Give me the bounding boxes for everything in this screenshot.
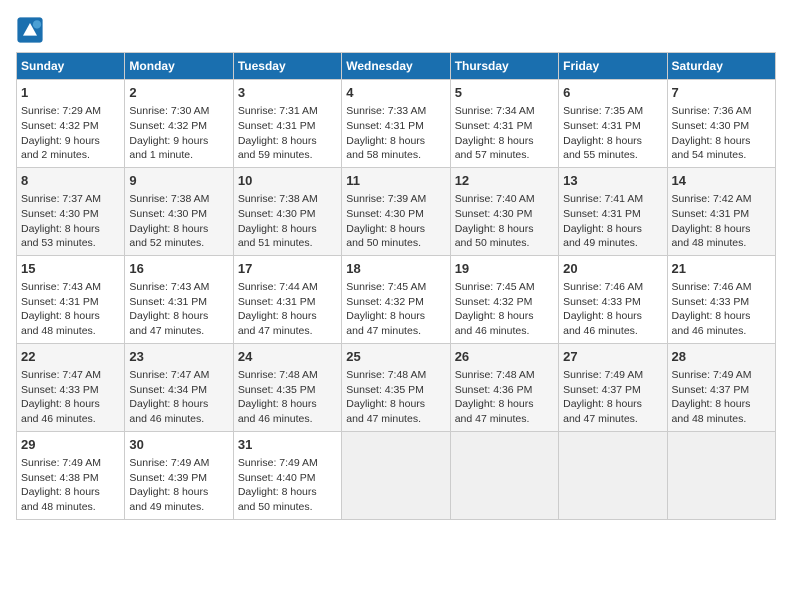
calendar-cell: 12Sunrise: 7:40 AMSunset: 4:30 PMDayligh… (450, 167, 558, 255)
calendar-cell: 5Sunrise: 7:34 AMSunset: 4:31 PMDaylight… (450, 80, 558, 168)
day-number: 13 (563, 172, 662, 190)
day-number: 8 (21, 172, 120, 190)
calendar-cell: 19Sunrise: 7:45 AMSunset: 4:32 PMDayligh… (450, 255, 558, 343)
calendar-cell: 30Sunrise: 7:49 AMSunset: 4:39 PMDayligh… (125, 431, 233, 519)
calendar-cell (667, 431, 775, 519)
calendar-cell: 10Sunrise: 7:38 AMSunset: 4:30 PMDayligh… (233, 167, 341, 255)
column-header-saturday: Saturday (667, 53, 775, 80)
column-header-friday: Friday (559, 53, 667, 80)
calendar-cell: 16Sunrise: 7:43 AMSunset: 4:31 PMDayligh… (125, 255, 233, 343)
day-number: 9 (129, 172, 228, 190)
day-number: 19 (455, 260, 554, 278)
day-number: 10 (238, 172, 337, 190)
calendar-cell: 17Sunrise: 7:44 AMSunset: 4:31 PMDayligh… (233, 255, 341, 343)
calendar-cell: 22Sunrise: 7:47 AMSunset: 4:33 PMDayligh… (17, 343, 125, 431)
day-number: 4 (346, 84, 445, 102)
calendar-week-4: 22Sunrise: 7:47 AMSunset: 4:33 PMDayligh… (17, 343, 776, 431)
calendar-table: SundayMondayTuesdayWednesdayThursdayFrid… (16, 52, 776, 520)
day-number: 25 (346, 348, 445, 366)
page-header (16, 16, 776, 44)
day-number: 5 (455, 84, 554, 102)
day-number: 1 (21, 84, 120, 102)
logo (16, 16, 46, 44)
calendar-cell: 15Sunrise: 7:43 AMSunset: 4:31 PMDayligh… (17, 255, 125, 343)
calendar-cell: 24Sunrise: 7:48 AMSunset: 4:35 PMDayligh… (233, 343, 341, 431)
calendar-cell: 11Sunrise: 7:39 AMSunset: 4:30 PMDayligh… (342, 167, 450, 255)
calendar-cell: 14Sunrise: 7:42 AMSunset: 4:31 PMDayligh… (667, 167, 775, 255)
column-header-monday: Monday (125, 53, 233, 80)
day-number: 11 (346, 172, 445, 190)
logo-icon (16, 16, 44, 44)
calendar-cell: 27Sunrise: 7:49 AMSunset: 4:37 PMDayligh… (559, 343, 667, 431)
calendar-cell: 6Sunrise: 7:35 AMSunset: 4:31 PMDaylight… (559, 80, 667, 168)
calendar-cell: 29Sunrise: 7:49 AMSunset: 4:38 PMDayligh… (17, 431, 125, 519)
calendar-cell: 26Sunrise: 7:48 AMSunset: 4:36 PMDayligh… (450, 343, 558, 431)
day-number: 28 (672, 348, 771, 366)
day-number: 31 (238, 436, 337, 454)
day-number: 17 (238, 260, 337, 278)
calendar-cell: 23Sunrise: 7:47 AMSunset: 4:34 PMDayligh… (125, 343, 233, 431)
column-header-sunday: Sunday (17, 53, 125, 80)
calendar-cell: 21Sunrise: 7:46 AMSunset: 4:33 PMDayligh… (667, 255, 775, 343)
calendar-cell: 1Sunrise: 7:29 AMSunset: 4:32 PMDaylight… (17, 80, 125, 168)
day-number: 3 (238, 84, 337, 102)
calendar-cell: 9Sunrise: 7:38 AMSunset: 4:30 PMDaylight… (125, 167, 233, 255)
day-number: 27 (563, 348, 662, 366)
day-number: 16 (129, 260, 228, 278)
calendar-cell (342, 431, 450, 519)
day-number: 29 (21, 436, 120, 454)
day-number: 14 (672, 172, 771, 190)
calendar-cell (450, 431, 558, 519)
calendar-week-2: 8Sunrise: 7:37 AMSunset: 4:30 PMDaylight… (17, 167, 776, 255)
calendar-cell: 13Sunrise: 7:41 AMSunset: 4:31 PMDayligh… (559, 167, 667, 255)
column-header-tuesday: Tuesday (233, 53, 341, 80)
day-number: 21 (672, 260, 771, 278)
day-number: 7 (672, 84, 771, 102)
calendar-week-3: 15Sunrise: 7:43 AMSunset: 4:31 PMDayligh… (17, 255, 776, 343)
day-number: 30 (129, 436, 228, 454)
calendar-week-1: 1Sunrise: 7:29 AMSunset: 4:32 PMDaylight… (17, 80, 776, 168)
calendar-cell: 18Sunrise: 7:45 AMSunset: 4:32 PMDayligh… (342, 255, 450, 343)
day-number: 24 (238, 348, 337, 366)
calendar-cell (559, 431, 667, 519)
day-number: 6 (563, 84, 662, 102)
day-number: 15 (21, 260, 120, 278)
calendar-cell: 4Sunrise: 7:33 AMSunset: 4:31 PMDaylight… (342, 80, 450, 168)
calendar-cell: 7Sunrise: 7:36 AMSunset: 4:30 PMDaylight… (667, 80, 775, 168)
day-number: 2 (129, 84, 228, 102)
day-number: 12 (455, 172, 554, 190)
day-number: 26 (455, 348, 554, 366)
calendar-cell: 8Sunrise: 7:37 AMSunset: 4:30 PMDaylight… (17, 167, 125, 255)
calendar-cell: 20Sunrise: 7:46 AMSunset: 4:33 PMDayligh… (559, 255, 667, 343)
calendar-cell: 2Sunrise: 7:30 AMSunset: 4:32 PMDaylight… (125, 80, 233, 168)
calendar-cell: 28Sunrise: 7:49 AMSunset: 4:37 PMDayligh… (667, 343, 775, 431)
calendar-header-row: SundayMondayTuesdayWednesdayThursdayFrid… (17, 53, 776, 80)
column-header-thursday: Thursday (450, 53, 558, 80)
day-number: 23 (129, 348, 228, 366)
calendar-cell: 25Sunrise: 7:48 AMSunset: 4:35 PMDayligh… (342, 343, 450, 431)
day-number: 22 (21, 348, 120, 366)
day-number: 18 (346, 260, 445, 278)
calendar-week-5: 29Sunrise: 7:49 AMSunset: 4:38 PMDayligh… (17, 431, 776, 519)
day-number: 20 (563, 260, 662, 278)
calendar-cell: 31Sunrise: 7:49 AMSunset: 4:40 PMDayligh… (233, 431, 341, 519)
calendar-cell: 3Sunrise: 7:31 AMSunset: 4:31 PMDaylight… (233, 80, 341, 168)
column-header-wednesday: Wednesday (342, 53, 450, 80)
